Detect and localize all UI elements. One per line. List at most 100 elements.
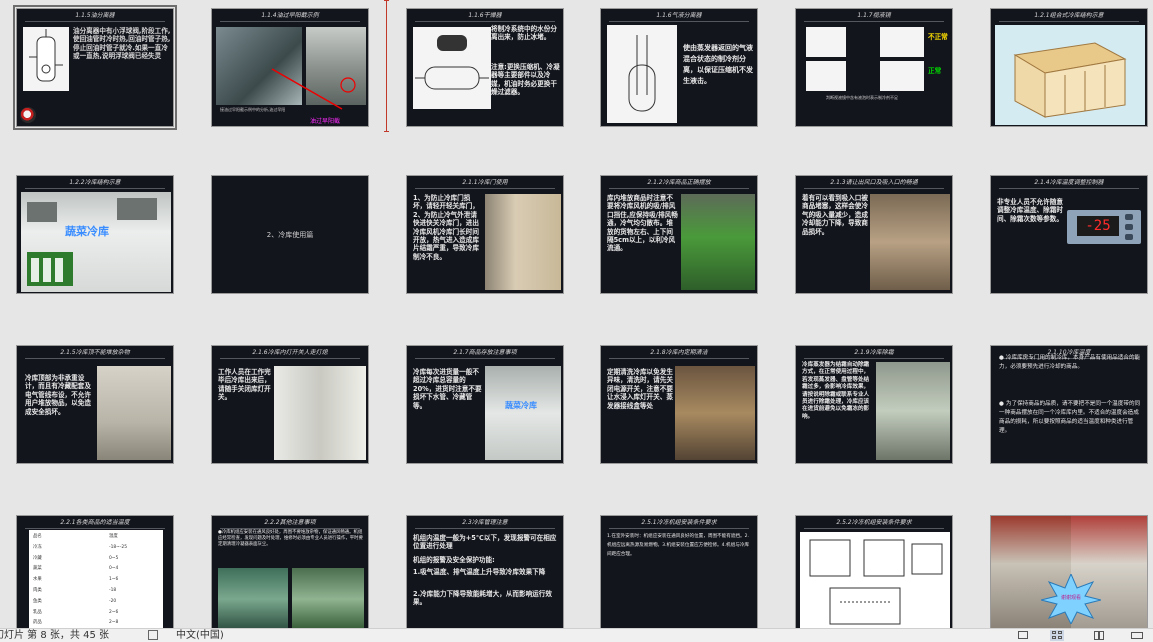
controller-button: [1125, 224, 1133, 230]
defrost-photo: [876, 362, 950, 460]
filter-drier-drawing: [415, 35, 489, 90]
sight-glass-image-4: [880, 61, 924, 91]
slide-thumbnail-18[interactable]: 2.1.10冷库温度 冷库库房专门用的制冷库，本身产品有使用品适合的能力，必须要…: [990, 345, 1148, 464]
slide-thumbnail-9[interactable]: 2.1.1冷库门使用 1、为防止冷库门损坏，请轻开轻关库门，2、为防止冷气外泄请…: [406, 175, 564, 294]
slide-thumbnail-1[interactable]: 1.1.5油分离器 油分离器中有小浮球阀,阶段工作,使回油管时冷时热,回油时管子…: [13, 5, 177, 130]
slide-title: 2.1.6冷库内灯开关人走灯熄: [212, 346, 368, 360]
filter-drier-image: [413, 27, 491, 109]
slide-thumbnail-11[interactable]: 2.1.3请让出风口及吸入口的畅通 着有可以看到吸入口被商品堵塞，这样会使冷气的…: [795, 175, 953, 294]
slide-body: 工作人员在工作完毕后冷库出来后，请随手关闭库灯开关。: [218, 368, 271, 402]
slide-thumbnail-6[interactable]: 1.2.1组合式冷库结构示意: [990, 8, 1148, 127]
slide-title: 1.1.7视液镜: [796, 9, 952, 23]
slide-thumbnail-14[interactable]: 2.1.6冷库内灯开关人走灯熄 工作人员在工作完毕后冷库出来后，请随手关闭库灯开…: [211, 345, 369, 464]
reading-view-button[interactable]: [1092, 630, 1106, 641]
light-switch-photo: [274, 366, 366, 460]
slide-thumbnail-22[interactable]: 2.5.1冷冻机组安装条件要求 1.在室外安装时：机组应安装在通风良好的位置，周…: [600, 515, 758, 634]
slide-thumbnail-4[interactable]: 1.1.6气液分离器 使由蒸发器返回的气液混合状态的制冷剂分离，以保证压缩机不发…: [600, 8, 758, 127]
unit-photo-1: [218, 568, 288, 630]
slide-thumbnail-12[interactable]: 2.1.4冷库温度调整控制器 非专业人员不允许随意调整冷库温度、除霜时间、除霜次…: [990, 175, 1148, 294]
slide-body: ●冷库机组应安装在通风良好处，周围不要堆放杂物，保证通风畅通。机组应经常检查，发…: [218, 530, 363, 547]
slide-thumbnail-3[interactable]: 1.1.6干燥器 将制冷系统中的水份分离出来，防止冰堵。 注意:更换压缩机、冷凝…: [406, 8, 564, 127]
photo-caption: 接油过早阳截示例中的分析,油过早阳: [220, 107, 286, 112]
slide-thumbnail-7[interactable]: 1.2.2冷库结构示意 蔬菜冷库: [16, 175, 174, 294]
abnormal-label: 不正常: [928, 33, 948, 41]
unit-photo-2: [292, 568, 364, 630]
slide-body: 油分离器中有小浮球阀,阶段工作,使回油管时冷时热,回油时管子热,停止回油时管子就…: [73, 27, 171, 61]
slide-body: 着有可以看到吸入口被商品堵塞，这样会使冷气的吸入量减少，造成冷却能力下降，导致商…: [802, 194, 868, 236]
cold-room-roof-photo: [97, 366, 171, 460]
slide-thumbnail-2[interactable]: 1.1.4油过早阳截示例 接油过早阳截示例中的分析,油过早阳 油过早阳截: [211, 8, 369, 127]
sight-glass-image-3: [806, 61, 846, 91]
slide-title: 2.1.1冷库门使用: [407, 176, 563, 190]
slide-sorter-view-button[interactable]: [1050, 630, 1064, 641]
insertion-marker: [384, 0, 389, 132]
vegetable-cold-storage-label: 蔬菜冷库: [505, 401, 537, 410]
table-col-name: 品名 冷冻 冷藏 蔬菜 水果 肉类 鱼类 乳品 药品: [33, 534, 42, 626]
slide-thumbnail-8[interactable]: 2、冷库使用篇: [211, 175, 369, 294]
controller-button: [1125, 214, 1133, 220]
slideshow-button[interactable]: [1130, 630, 1144, 641]
sight-glass-image-2: [880, 27, 924, 57]
slide-title: 2.1.7商品存放注意事项: [407, 346, 563, 360]
slide-thumbnail-16[interactable]: 2.1.8冷库内定期清洁 定期清洗冷库以免发生异味，清洗时，请先关闭电源开关，注…: [600, 345, 758, 464]
slide-thumbnail-24[interactable]: 谢谢观看: [990, 515, 1148, 634]
slide-title: 1.1.6气液分离器: [601, 9, 757, 23]
sight-glass-image-1: [806, 27, 846, 57]
bullet-1: 冷库库房专门用的制冷库，本身产品有使用品适合的能力，必须要预先进行冷却的商品。: [999, 354, 1141, 372]
notes-icon[interactable]: [148, 630, 158, 640]
slide-thumbnail-5[interactable]: 1.1.7视液镜 不正常 正常 判断视液镜中含有液泡时表示制冷剂不足: [795, 8, 953, 127]
section-title: 2、冷库使用篇: [266, 231, 314, 239]
slide-title: 2.3冷库管理注意: [407, 516, 563, 530]
normal-view-button[interactable]: [1016, 630, 1030, 641]
slide-body: 冷库顶部为非承重设计，而且有冷藏配套及电气管线布设，不允许用户堆放物品，以免造成…: [25, 374, 91, 416]
bullet-2: 为了保持商品的品质，请不要把不是同一个温度带的同一种商品摆放在同一个冷库库内里。…: [999, 400, 1141, 436]
slide-title: 2.2.2其他注意事项: [212, 516, 368, 530]
temperature-controller: -25: [1067, 210, 1141, 244]
structure-drawing: [1013, 42, 1127, 118]
slide-body: 1.在室外安装时：机组应安装在通风良好的位置，周围不能有遮挡。2.机组应远离热源…: [607, 534, 749, 557]
list-item-2: 2.冷库能力下降导致能耗增大，从而影响运行效果。: [413, 590, 552, 607]
slide-body: 将制冷系统中的水份分离出来，防止冰堵。: [491, 25, 557, 42]
slide-title: 1.2.1组合式冷库结构示意: [991, 9, 1147, 23]
slide-thumbnail-21[interactable]: 2.3冷库管理注意 机组内温度一般为+5℃以下，发现报警可在相应位置进行处理 机…: [406, 515, 564, 634]
cold-room-drawing: [27, 198, 157, 286]
slide-title: 2.5.2冷冻机组安装条件要求: [796, 516, 952, 530]
cold-room-interior-photo: [485, 366, 561, 460]
slide-title: 1.2.2冷库结构示意: [17, 176, 173, 190]
slide-body: 冷库蒸发器为结霜自动除霜方式，在正常使用过程中，若发现蒸发器、盘管等处结霜过多，…: [802, 362, 870, 420]
slide-body: 冷库每次进货量一般不超过冷库总容量的20%，进货时注意不要损坏下水管、冷藏管等。: [413, 368, 482, 410]
cleaning-photo: [675, 366, 755, 460]
slide-body: 定期清洗冷库以免发生异味，清洗时，请先关闭电源开关，注意不要让水浸入库灯开关、蒸…: [607, 368, 673, 410]
slide-counter: 幻灯片 第 8 张，共 45 张: [0, 630, 109, 641]
installation-diagram: [800, 532, 950, 632]
slide-caption: 判断视液镜中含有液泡时表示制冷剂不足: [826, 95, 898, 100]
company-logo: [20, 107, 36, 123]
slide-body: 库内堆放商品时注意不要将冷库风机的吸/排风口挡住,应保持吸/排风畅通，冷气均匀散…: [607, 194, 678, 253]
slide-thumbnail-15[interactable]: 2.1.7商品存放注意事项 冷库每次进货量一般不超过冷库总容量的20%，进货时注…: [406, 345, 564, 464]
normal-label: 正常: [928, 67, 942, 75]
cold-room-photo: [21, 192, 171, 292]
slide-thumbnail-20[interactable]: 2.2.2其他注意事项 ●冷库机组应安装在通风良好处，周围不要堆放杂物，保证通风…: [211, 515, 369, 634]
separator-drawing: [628, 35, 656, 112]
blocked-intake-photo: [870, 194, 950, 290]
language-indicator[interactable]: 中文(中国): [176, 629, 224, 642]
slide-thumbnail-23[interactable]: 2.5.2冷冻机组安装条件要求: [795, 515, 953, 634]
stacked-goods-photo: [681, 194, 755, 290]
vegetable-cold-storage-label: 蔬菜冷库: [65, 225, 109, 238]
table-col-temp: 温度 -18~-25 0~5 0~4 1~6 -18 -20 2~6 2~8: [109, 534, 128, 626]
slide-title: 2.1.8冷库内定期清洁: [601, 346, 757, 360]
oil-separator-image: [23, 27, 69, 91]
slide-thumbnail-13[interactable]: 2.1.5冷库顶不能堆放杂物 冷库顶部为非承重设计，而且有冷藏配套及电气管线布设…: [16, 345, 174, 464]
slide-thumbnail-17[interactable]: 2.1.9冷库除霜 冷库蒸发器为结霜自动除霜方式，在正常使用过程中，若发现蒸发器…: [795, 345, 953, 464]
slide-body: 1、为防止冷库门损坏，请轻开轻关库门，2、为防止冷气外泄请快进快关冷库门，进出冷…: [413, 194, 479, 261]
slide-title: 1.1.5油分离器: [17, 9, 173, 23]
highlight-tag: 油过早阳截: [310, 118, 341, 125]
slide-note: 注意:更换压缩机、冷凝器等主要部件以及冷媒，机油时务必更换干燥过滤器。: [491, 63, 560, 97]
installation-drawing: [809, 539, 943, 625]
slide-sorter: 1.1.5油分离器 油分离器中有小浮球阀,阶段工作,使回油管时冷时热,回油时管子…: [0, 0, 1153, 634]
badge-text: 谢谢观看: [1060, 595, 1081, 601]
slide-thumbnail-10[interactable]: 2.1.2冷库商品正确摆放 库内堆放商品时注意不要将冷库风机的吸/排风口挡住,应…: [600, 175, 758, 294]
temperature-table: 品名 冷冻 冷藏 蔬菜 水果 肉类 鱼类 乳品 药品 温度 -18~-25 0~5 0~4 1~6 -18…: [29, 530, 163, 630]
slide-body: 使由蒸发器返回的气液混合状态的制冷剂分离，以保证压缩机不发生液击。: [683, 44, 753, 85]
slide-thumbnail-19[interactable]: 2.2.1各类商品的适当温度 品名 冷冻 冷藏 蔬菜 水果 肉类 鱼类 乳品 药品 温度 -18~…: [16, 515, 174, 634]
